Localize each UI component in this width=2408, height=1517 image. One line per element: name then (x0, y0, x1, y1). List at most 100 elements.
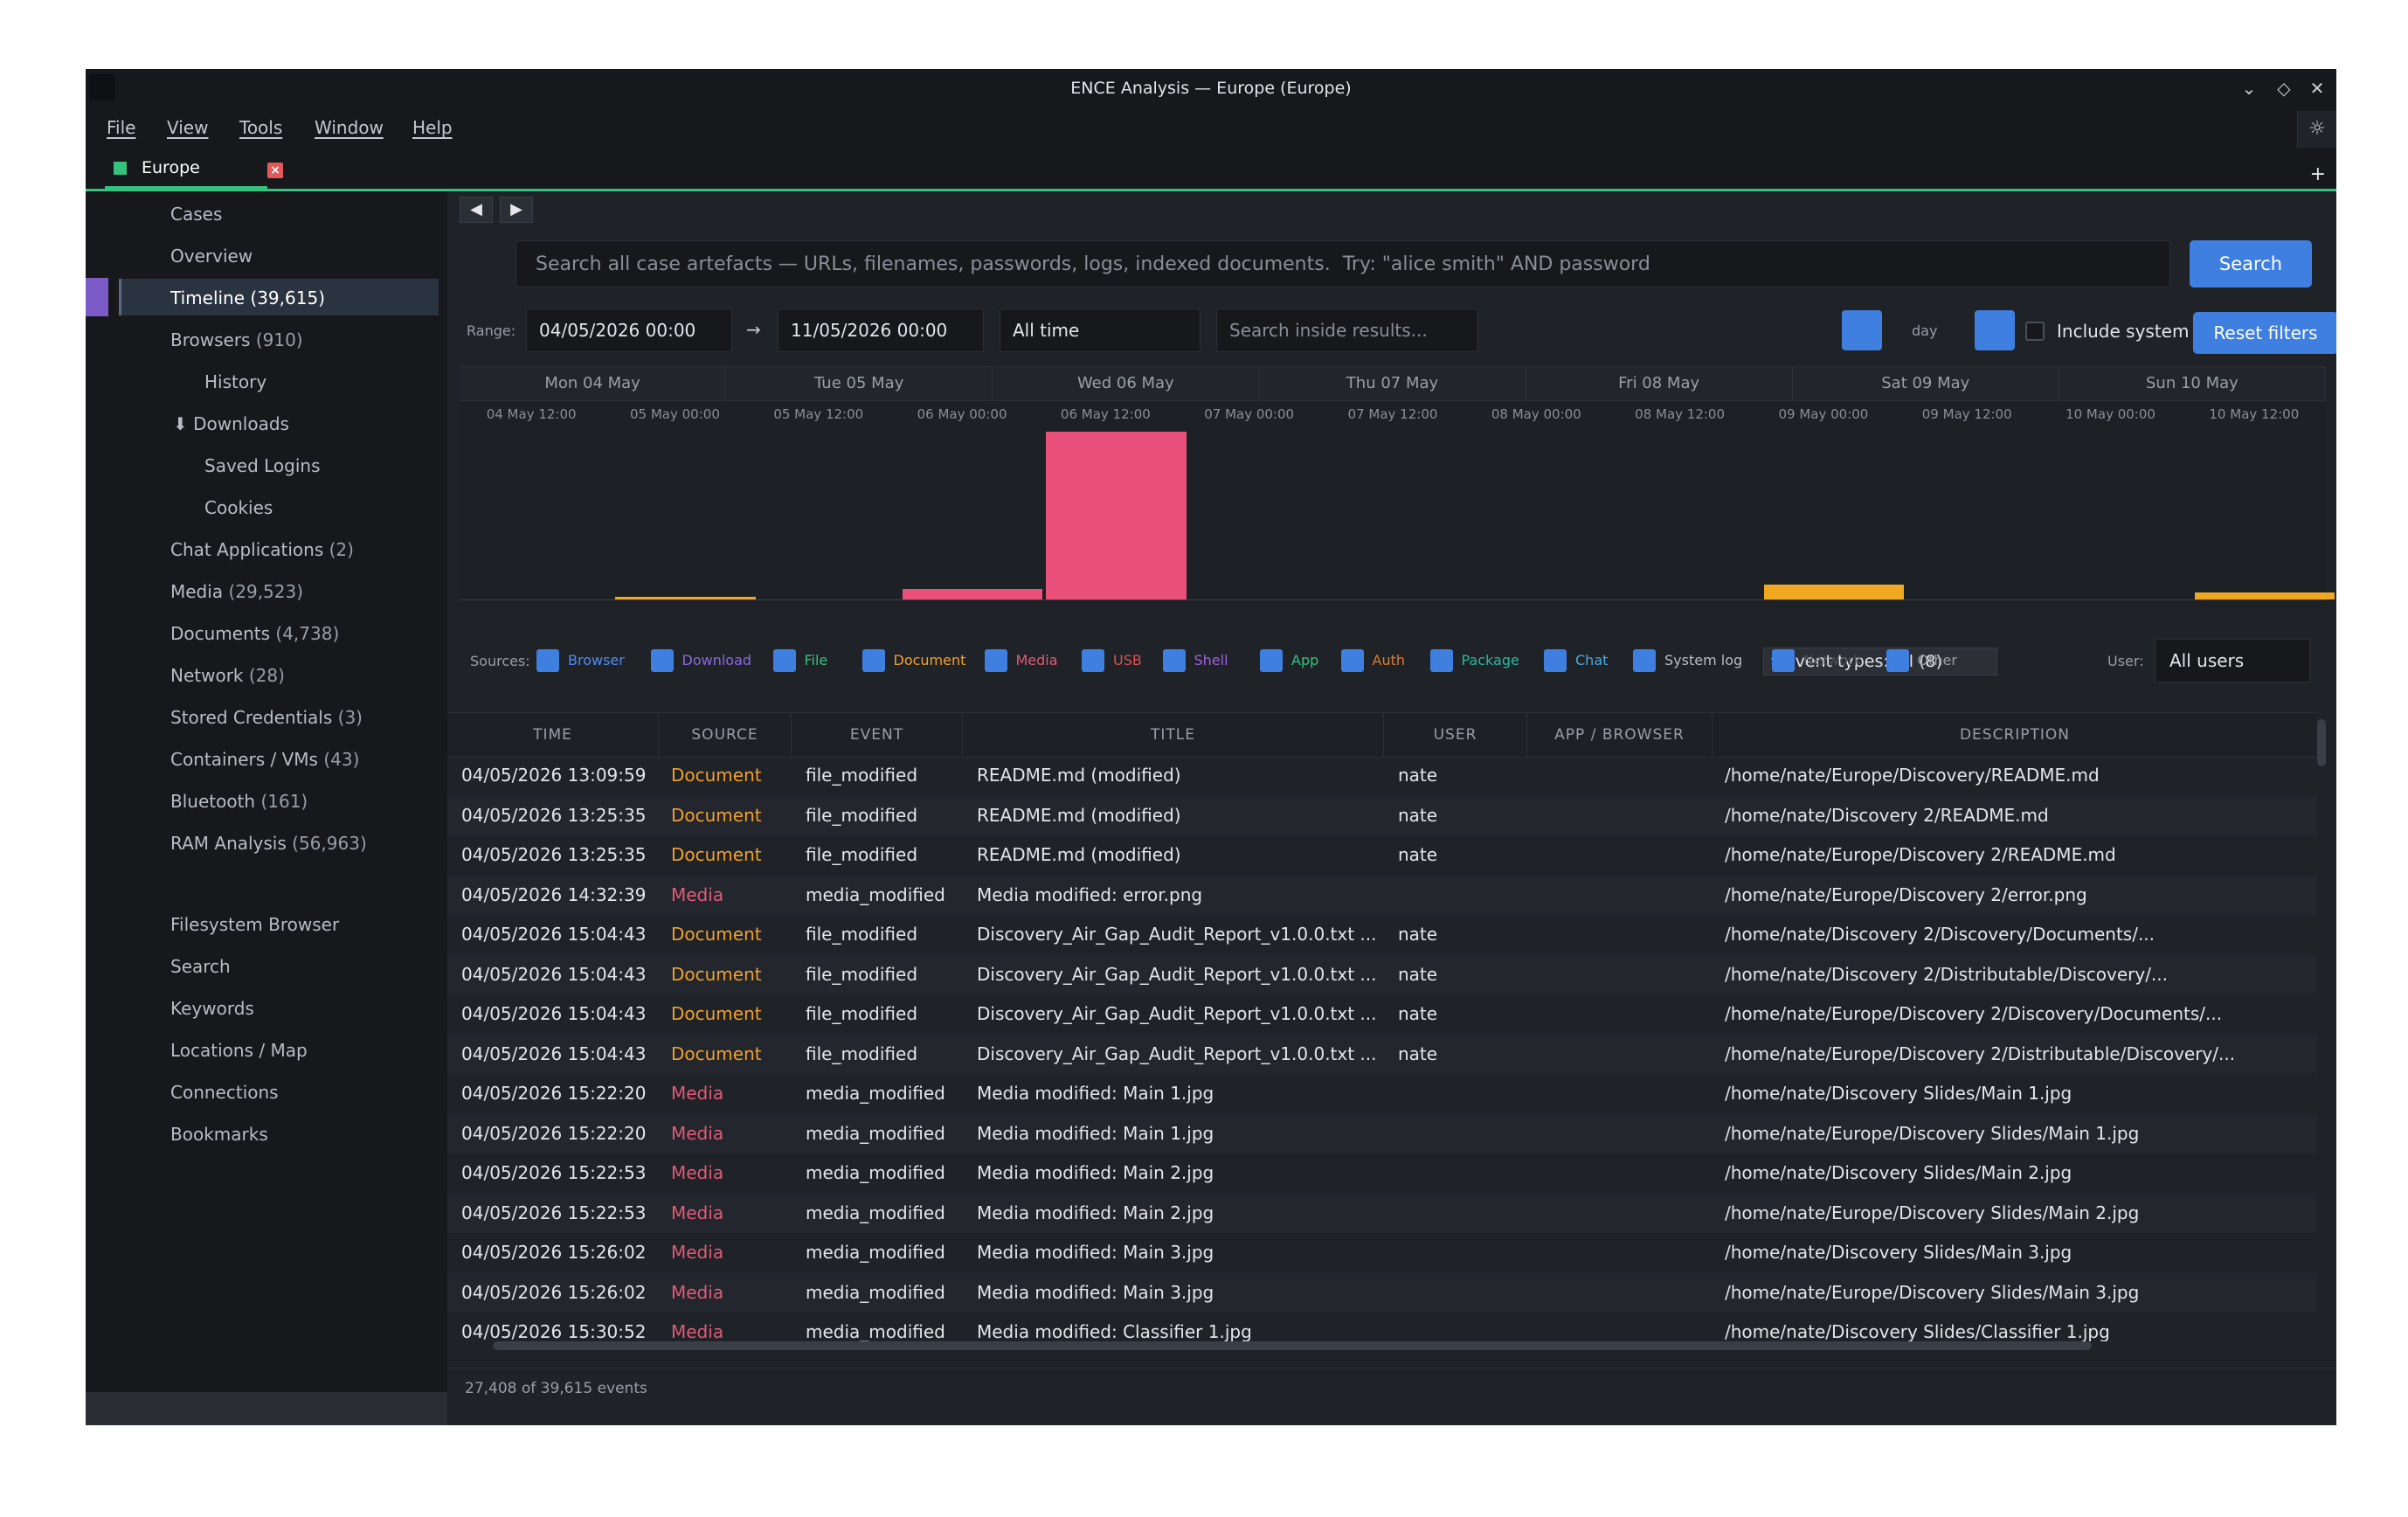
source-label: Chat (1575, 652, 1609, 668)
sidebar-item-ram-analysis[interactable]: RAM Analysis (56,963) (170, 825, 367, 862)
sidebar-item-saved-logins[interactable]: Saved Logins (204, 447, 321, 484)
reset-filters-button[interactable]: Reset filters (2193, 312, 2336, 354)
tab-europe[interactable]: Europe × (105, 148, 283, 189)
table-row[interactable]: 04/05/2026 15:22:53 Media media_modified Me… (447, 1153, 2317, 1193)
vertical-scrollbar[interactable] (2317, 719, 2326, 766)
horizontal-scrollbar[interactable] (493, 1341, 2092, 1350)
forward-button[interactable]: ▶ (500, 197, 533, 223)
source-toggle-usb[interactable] (1082, 649, 1104, 672)
table-row[interactable]: 04/05/2026 15:26:02 Media media_modified Me… (447, 1272, 2317, 1313)
zoom-out-button[interactable] (1842, 310, 1882, 350)
sidebar-item-media[interactable]: Media (29,523) (170, 573, 303, 610)
source-toggle-network[interactable] (1772, 649, 1795, 672)
chart-bar[interactable] (902, 589, 1043, 599)
source-toggle-media[interactable] (984, 649, 1007, 672)
col-event[interactable]: EVENT (792, 713, 963, 757)
source-toggle-browser[interactable] (536, 649, 559, 672)
cell-source: Document (671, 844, 762, 865)
sidebar-item-chat-applications[interactable]: Chat Applications (2) (170, 531, 354, 568)
table-row[interactable]: 04/05/2026 15:04:43 Document file_modified… (447, 915, 2317, 954)
col-app-browser[interactable]: APP / BROWSER (1527, 713, 1713, 757)
source-toggle-document[interactable] (861, 649, 885, 672)
menu-view[interactable]: View (167, 107, 208, 148)
range-label: Range: (467, 322, 516, 339)
menu-window[interactable]: Window (315, 107, 384, 148)
range-start-field[interactable]: 04/05/2026 00:00 (526, 308, 732, 352)
table-row[interactable]: 04/05/2026 13:09:59 Document file_modified… (447, 756, 2317, 795)
global-search-input[interactable] (516, 240, 2170, 287)
range-arrow-icon: → (746, 319, 761, 340)
table-row[interactable]: 04/05/2026 15:22:53 Media media_modified Me… (447, 1193, 2317, 1233)
col-title[interactable]: TITLE (963, 713, 1384, 757)
table-row[interactable]: 04/05/2026 13:25:35 Document file_modified… (447, 795, 2317, 835)
sidebar-item-filesystem-browser[interactable]: Filesystem Browser (170, 906, 339, 943)
chart-bar[interactable] (1763, 584, 1905, 599)
tab-close-icon[interactable]: × (267, 163, 283, 178)
sidebar-item-overview[interactable]: Overview (170, 238, 253, 274)
menu-file[interactable]: File (107, 107, 135, 148)
source-toggle-auth[interactable] (1340, 649, 1364, 672)
close-window-icon[interactable]: ✕ (2303, 74, 2331, 102)
source-toggle-system-log[interactable] (1633, 649, 1656, 672)
sidebar-item-network[interactable]: Network (28) (170, 657, 285, 694)
sidebar-item-stored-credentials[interactable]: Stored Credentials (3) (170, 699, 363, 736)
table-row[interactable]: 04/05/2026 15:30:52 Media media_modified Me… (447, 1313, 2317, 1341)
sidebar-item-cookies[interactable]: Cookies (204, 489, 273, 526)
menu-tools[interactable]: Tools (239, 107, 282, 148)
table-row[interactable]: 04/05/2026 15:22:20 Media media_modified Me… (447, 1074, 2317, 1113)
source-toggle-shell[interactable] (1162, 649, 1186, 672)
sidebar-item-connections[interactable]: Connections (170, 1074, 279, 1111)
app-window: ENCE Analysis — Europe (Europe) ⌄ ◇ ✕ Fi… (86, 69, 2336, 1425)
col-time[interactable]: TIME (447, 713, 659, 757)
theme-toggle-icon[interactable]: ☼ (2297, 111, 2336, 148)
sidebar-item-bluetooth[interactable]: Bluetooth (161) (170, 783, 308, 820)
search-inside-results-input[interactable]: Search inside results... (1216, 308, 1478, 352)
chart-bar[interactable] (615, 597, 756, 599)
table-row[interactable]: 04/05/2026 15:04:43 Document file_modified… (447, 954, 2317, 994)
table-row[interactable]: 04/05/2026 15:22:20 Media media_modified Me… (447, 1113, 2317, 1153)
table-row[interactable]: 04/05/2026 15:26:02 Media media_modified Me… (447, 1233, 2317, 1272)
sidebar-item-keywords[interactable]: Keywords (170, 990, 254, 1027)
range-preset-select[interactable]: All time (1000, 308, 1201, 352)
include-system-checkbox[interactable] (2025, 322, 2045, 341)
chart-bar[interactable] (2194, 592, 2335, 599)
sidebar-item-documents[interactable]: Documents (4,738) (170, 615, 339, 652)
col-user[interactable]: USER (1384, 713, 1527, 757)
menu-help[interactable]: Help (412, 107, 453, 148)
sidebar-item-locations-map[interactable]: Locations / Map (170, 1032, 308, 1069)
user-select[interactable]: All users (2155, 639, 2310, 682)
source-toggle-app[interactable] (1260, 649, 1283, 672)
event-types-dropdown[interactable]: ▾ Event types: all (8) (1763, 648, 1997, 675)
col-description[interactable]: DESCRIPTION (1713, 713, 2317, 757)
table-row[interactable]: 04/05/2026 13:25:35 Document file_modified… (447, 835, 2317, 875)
sidebar-item-cases[interactable]: Cases (170, 196, 222, 232)
cell-user: nate (1398, 924, 1438, 945)
source-toggle-package[interactable] (1429, 649, 1453, 672)
sidebar-item-bookmarks[interactable]: Bookmarks (170, 1116, 268, 1153)
back-button[interactable]: ◀ (460, 197, 493, 223)
sidebar-item-browsers[interactable]: Browsers (910) (170, 322, 303, 358)
cell-source: Media (671, 1122, 724, 1144)
add-tab-icon[interactable]: + (2310, 163, 2326, 185)
cell-time: 04/05/2026 15:22:20 (461, 1122, 647, 1144)
table-row[interactable]: 04/05/2026 15:04:43 Document file_modified… (447, 994, 2317, 1034)
source-toggle-file[interactable] (772, 649, 796, 672)
table-row[interactable]: 04/05/2026 15:04:43 Document file_modified… (447, 1034, 2317, 1074)
sidebar-item-history[interactable]: History (204, 364, 266, 400)
zoom-in-button[interactable] (1975, 310, 2015, 350)
sidebar-item-timeline[interactable]: Timeline (39,615) (170, 280, 325, 316)
col-source[interactable]: SOURCE (659, 713, 792, 757)
source-toggle-chat[interactable] (1544, 649, 1567, 672)
source-toggle-download[interactable] (650, 649, 674, 672)
source-toggle-other[interactable] (1886, 649, 1909, 672)
sidebar-item-downloads[interactable]: ⬇ Downloads (173, 405, 289, 442)
minimize-icon[interactable]: ⌄ (2235, 74, 2263, 102)
chart-bar[interactable] (1046, 432, 1187, 599)
sidebar-item-search[interactable]: Search (170, 948, 231, 985)
sidebar-item-containers-vms[interactable]: Containers / VMs (43) (170, 741, 359, 778)
maximize-icon[interactable]: ◇ (2270, 74, 2298, 102)
cell-source: Document (671, 924, 762, 945)
range-end-field[interactable]: 11/05/2026 00:00 (778, 308, 984, 352)
table-row[interactable]: 04/05/2026 14:32:39 Media media_modified Me… (447, 875, 2317, 915)
search-button[interactable]: Search (2190, 240, 2312, 287)
